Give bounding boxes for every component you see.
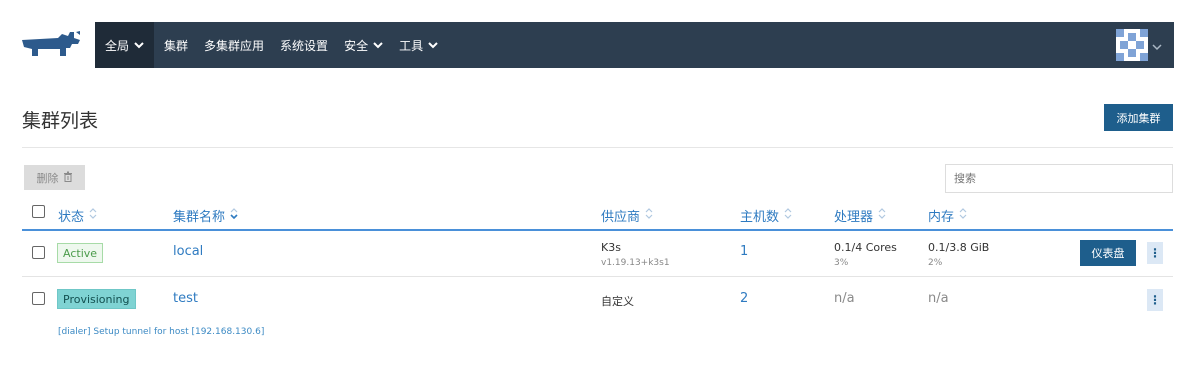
status-badge: Provisioning — [57, 289, 136, 309]
page-title: 集群列表 — [22, 110, 99, 132]
node-count-link[interactable]: 2 — [740, 291, 748, 306]
sort-icon — [784, 208, 792, 223]
memory-usage: n/a — [928, 291, 949, 306]
sort-icon — [959, 208, 967, 223]
nav-clusters-label: 集群 — [164, 38, 189, 53]
sort-icon — [89, 208, 97, 223]
memory-percent: 2% — [928, 258, 943, 268]
top-navigation-bar: 全局 集群 多集群应用 系统设置 安全 工具 — [0, 22, 1174, 68]
nav-security-label: 安全 — [344, 38, 369, 53]
sort-icon — [230, 208, 238, 223]
add-cluster-button[interactable]: 添加集群 — [1104, 104, 1173, 131]
row-checkbox[interactable] — [32, 292, 45, 305]
nav-security[interactable]: 安全 — [336, 22, 391, 68]
node-count-link[interactable]: 1 — [740, 244, 748, 259]
nav-global-label: 全局 — [105, 38, 130, 53]
chevron-down-icon — [428, 41, 438, 49]
row-checkbox[interactable] — [32, 246, 45, 259]
column-header-state-label: 状态 — [58, 210, 85, 225]
column-header-provider-label: 供应商 — [601, 210, 641, 225]
nav-tools-label: 工具 — [399, 38, 424, 53]
main-nav: 全局 集群 多集群应用 系统设置 安全 工具 — [95, 22, 1174, 68]
more-actions-icon[interactable]: ⋮ — [1147, 289, 1163, 311]
table-header-divider — [22, 229, 1173, 231]
provider-name: 自定义 — [601, 295, 634, 308]
provider-name: K3s — [601, 241, 621, 254]
provider-version: v1.19.13+k3s1 — [601, 258, 670, 268]
cpu-percent: 3% — [834, 258, 849, 268]
nav-multi-cluster-apps[interactable]: 多集群应用 — [196, 22, 272, 68]
column-header-cpu[interactable]: 处理器 — [834, 206, 886, 225]
column-header-provider[interactable]: 供应商 — [601, 206, 653, 225]
trash-icon — [63, 171, 73, 185]
cpu-usage: 0.1/4 Cores — [834, 241, 897, 254]
sort-icon — [878, 208, 886, 223]
user-menu[interactable] — [1116, 29, 1162, 61]
more-actions-icon[interactable]: ⋮ — [1147, 242, 1163, 264]
sort-icon — [645, 208, 653, 223]
user-avatar-icon — [1116, 29, 1148, 61]
nav-global[interactable]: 全局 — [95, 22, 155, 68]
column-header-cpu-label: 处理器 — [834, 210, 874, 225]
cluster-name-link[interactable]: test — [173, 291, 198, 306]
chevron-down-icon — [134, 41, 144, 49]
cpu-usage: n/a — [834, 291, 855, 306]
nav-clusters[interactable]: 集群 — [156, 22, 196, 68]
nav-settings[interactable]: 系统设置 — [272, 22, 336, 68]
column-header-nodes-label: 主机数 — [740, 210, 780, 225]
column-header-nodes[interactable]: 主机数 — [740, 206, 792, 225]
cluster-name-link[interactable]: local — [173, 244, 203, 259]
search-input[interactable] — [945, 164, 1173, 193]
memory-usage: 0.1/3.8 GiB — [928, 241, 990, 254]
column-header-name[interactable]: 集群名称 — [173, 206, 238, 225]
status-message: [dialer] Setup tunnel for host [192.168.… — [58, 327, 265, 337]
chevron-down-icon — [373, 41, 383, 49]
column-header-name-label: 集群名称 — [173, 210, 226, 225]
delete-button-label: 删除 — [36, 171, 59, 185]
select-all-checkbox[interactable] — [32, 205, 45, 218]
nav-multi-cluster-apps-label: 多集群应用 — [204, 38, 265, 53]
nav-tools[interactable]: 工具 — [391, 22, 446, 68]
divider — [22, 147, 1173, 148]
row-divider — [22, 276, 1173, 277]
column-header-state[interactable]: 状态 — [58, 206, 97, 225]
dashboard-button[interactable]: 仪表盘 — [1080, 240, 1136, 266]
column-header-memory[interactable]: 内存 — [928, 206, 967, 225]
column-header-memory-label: 内存 — [928, 210, 955, 225]
delete-button[interactable]: 删除 — [24, 165, 85, 190]
status-badge: Active — [57, 243, 104, 263]
chevron-down-icon — [1152, 36, 1162, 55]
nav-settings-label: 系统设置 — [280, 38, 329, 53]
rancher-logo-icon[interactable] — [18, 30, 84, 60]
